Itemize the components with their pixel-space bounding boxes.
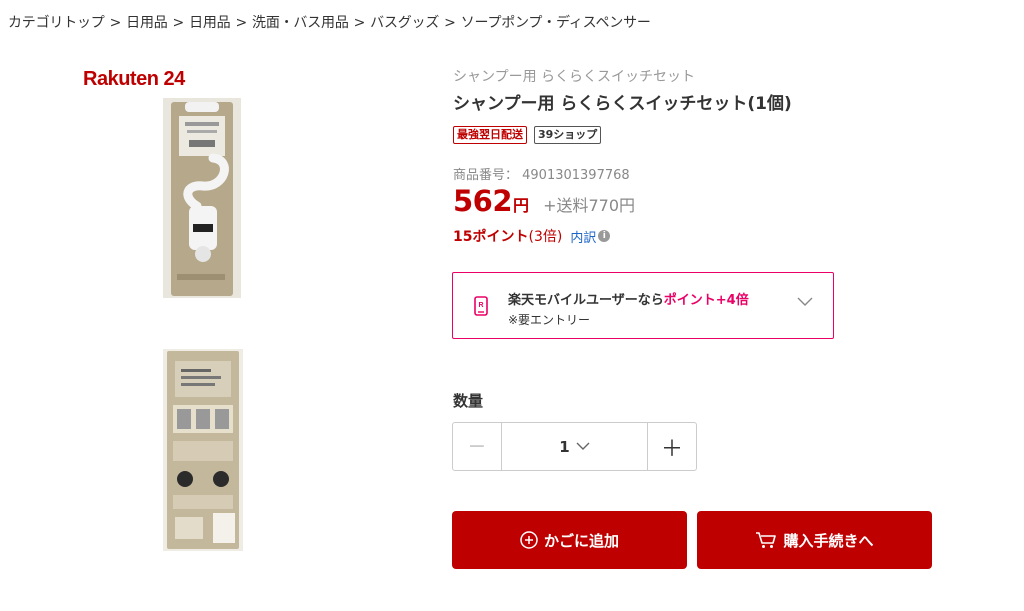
product-badges: 最強翌日配送 39ショップ (453, 126, 602, 144)
breadcrumb: カテゴリトップ > 日用品 > 日用品 > 洗面・バス用品 > バスグッズ > ソープポンプ・ディス… (8, 12, 651, 32)
chevron-down-icon (576, 442, 590, 450)
add-to-cart-label: かごに追加 (543, 531, 619, 550)
badge-next-day-delivery: 最強翌日配送 (453, 126, 527, 144)
product-title: シャンプー用 らくらくスイッチセット(1個) (453, 94, 792, 114)
product-image-back[interactable] (163, 349, 243, 551)
price-unit: 円 (513, 196, 530, 215)
points-row: 15ポイント (3倍) 内訳 i (453, 226, 611, 246)
mobile-promo-highlight: ポイント+4倍 (663, 293, 749, 308)
breadcrumb-item-daily-goods[interactable]: 日用品 (126, 15, 168, 31)
plus-circle-icon (520, 531, 538, 549)
quantity-label: 数量 (453, 392, 484, 410)
quantity-minus-button[interactable]: − (453, 423, 502, 470)
breadcrumb-item-washroom-bath[interactable]: 洗面・バス用品 (252, 15, 349, 31)
breadcrumb-item-bath-goods[interactable]: バスグッズ (370, 15, 439, 31)
add-to-cart-button[interactable]: かごに追加 (452, 511, 687, 569)
cart-icon (756, 532, 777, 548)
breadcrumb-separator: > (235, 15, 248, 31)
quantity-value: 1 (559, 437, 570, 456)
breadcrumb-item-category-top[interactable]: カテゴリトップ (8, 15, 105, 31)
breadcrumb-separator: > (109, 15, 122, 31)
checkout-button[interactable]: 購入手続きへ (697, 511, 932, 569)
product-subtitle: シャンプー用 らくらくスイッチセット (453, 69, 696, 85)
rakuten24-logo: Rakuten 24 (83, 68, 185, 90)
breadcrumb-item-soap-pump[interactable]: ソープポンプ・ディスペンサー (461, 15, 651, 31)
breadcrumb-separator: > (444, 15, 456, 31)
price-value: 562 (453, 184, 513, 218)
product-sku: 商品番号： 4901301397768 (453, 168, 630, 183)
points-multiplier: (3倍) (528, 229, 563, 245)
breadcrumb-item-daily-goods-2[interactable]: 日用品 (189, 15, 231, 31)
product-image-front[interactable] (163, 98, 241, 298)
price-row: 562 円 +送料770円 (453, 184, 635, 218)
quantity-select[interactable]: 1 (502, 423, 647, 470)
quantity-plus-button[interactable]: ＋ (647, 423, 696, 470)
points-amount: 15ポイント (453, 229, 529, 245)
quantity-stepper: − 1 ＋ (452, 422, 697, 471)
mobile-promo-prefix: 楽天モバイルユーザーなら (508, 293, 664, 308)
breadcrumb-separator: > (353, 15, 366, 31)
breadcrumb-separator: > (172, 15, 185, 31)
chevron-down-icon[interactable] (797, 297, 813, 307)
shipping-fee: +送料770円 (543, 196, 636, 215)
mobile-promo-box[interactable]: R 楽天モバイルユーザーならポイント+4倍 ※要エントリー (452, 272, 834, 339)
checkout-label: 購入手続きへ (783, 531, 874, 550)
badge-39-shop: 39ショップ (534, 126, 602, 144)
info-icon[interactable]: i (598, 230, 611, 242)
mobile-promo-note: ※要エントリー (508, 313, 591, 327)
points-breakdown-link[interactable]: 内訳 (570, 227, 596, 246)
mobile-icon-letter: R (478, 302, 483, 309)
mobile-promo-text: 楽天モバイルユーザーならポイント+4倍 (508, 289, 749, 308)
rakuten-mobile-icon: R (474, 296, 488, 316)
